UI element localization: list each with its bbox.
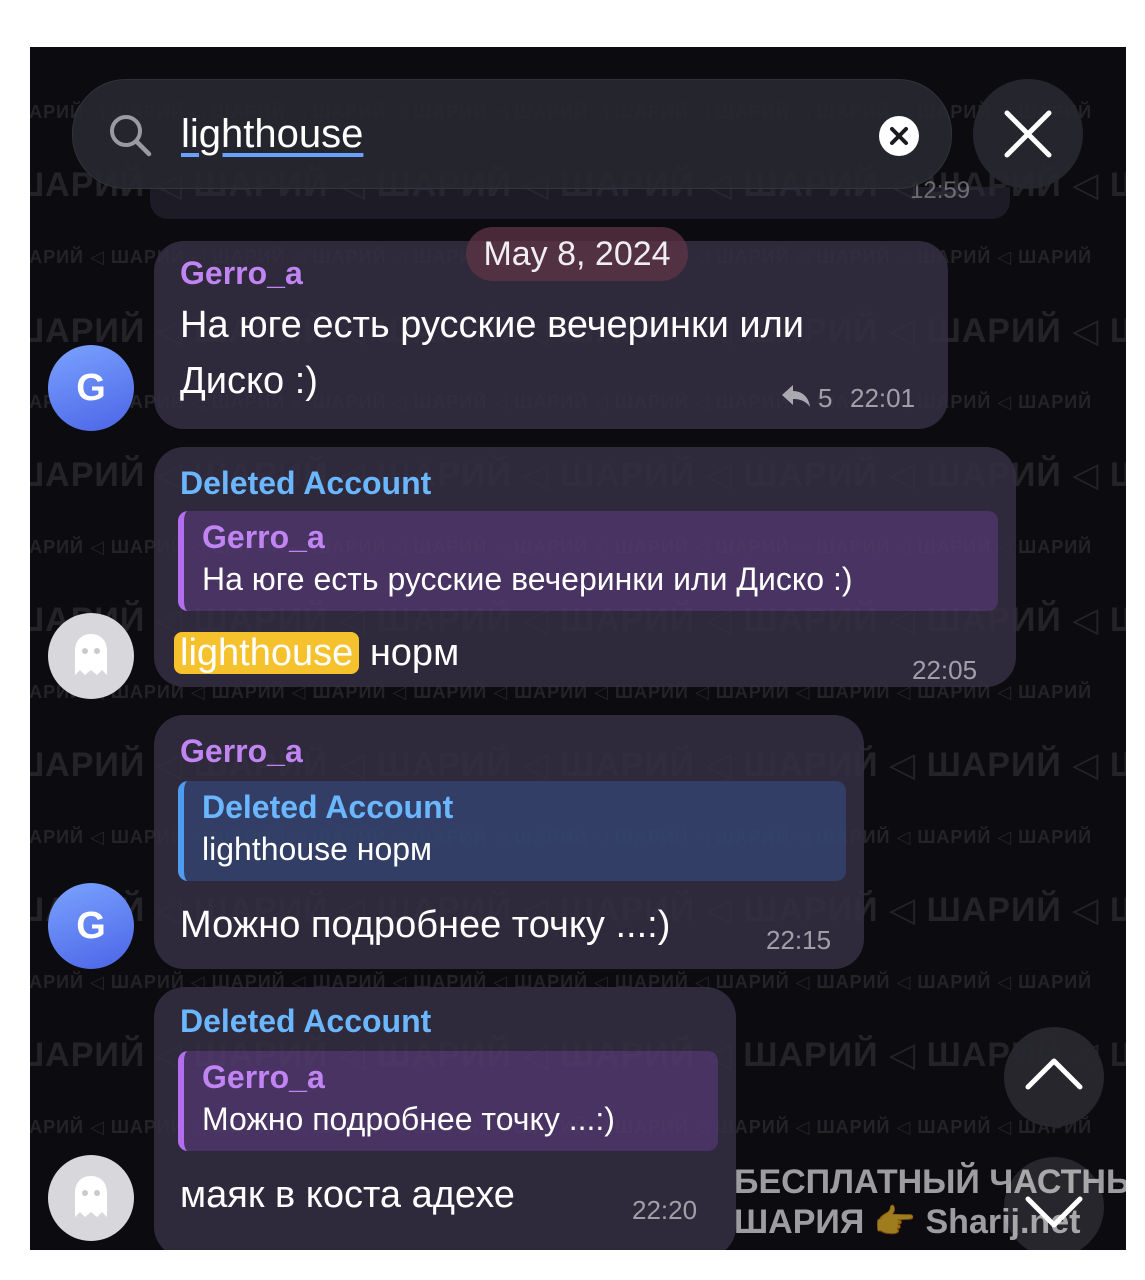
- reply-quote[interactable]: Gerro_a На юге есть русские вечеринки ил…: [178, 511, 998, 611]
- reply-sender: Gerro_a: [202, 1059, 325, 1095]
- ghost-icon: [75, 634, 107, 675]
- sender-name[interactable]: Gerro_a: [180, 255, 303, 292]
- close-search-button[interactable]: [973, 79, 1083, 189]
- chat-screen: ШАРИЙ ◁ ШАРИЙ ◁ ШАРИЙ ◁ ШАРИЙ ◁ ШАРИЙ ◁ …: [30, 47, 1126, 1250]
- message-bubble[interactable]: Deleted Account Gerro_a Можно подробнее …: [154, 987, 736, 1250]
- message-bubble[interactable]: Deleted Account Gerro_a На юге есть русс…: [154, 447, 1016, 687]
- search-bar: [72, 79, 952, 189]
- reply-quote[interactable]: Gerro_a Можно подробнее точку ...:): [178, 1051, 718, 1151]
- message-time: 22:05: [912, 655, 978, 685]
- message-bubble[interactable]: Gerro_a Deleted Account lighthouse норм …: [154, 715, 864, 969]
- chevron-up-icon: [1025, 1058, 1083, 1090]
- reply-text: Можно подробнее точку ...:): [202, 1101, 615, 1137]
- footer-watermark-line: ШАРИЯ 👉 Sharij.net: [734, 1203, 1081, 1241]
- footer-watermark-line: БЕСПЛАТНЫЙ ЧАСТНЫЙ: [734, 1163, 1145, 1201]
- avatar-initial: G: [76, 905, 106, 947]
- reply-arrow-icon: [780, 381, 812, 411]
- message-text: Можно подробнее точку ...:): [180, 904, 671, 946]
- avatar[interactable]: [48, 1155, 134, 1241]
- previous-message-fade: [150, 187, 1010, 219]
- sender-name[interactable]: Deleted Account: [180, 1003, 431, 1040]
- avatar[interactable]: G: [48, 345, 134, 431]
- avatar[interactable]: [48, 613, 134, 699]
- previous-result-button[interactable]: [1004, 1027, 1104, 1127]
- date-separator: May 8, 2024: [466, 227, 688, 281]
- reply-sender: Gerro_a: [202, 519, 325, 555]
- message-text: lighthouse норм: [174, 625, 459, 681]
- replies-count[interactable]: 5: [818, 383, 832, 414]
- reply-quote[interactable]: Deleted Account lighthouse норм: [178, 781, 846, 881]
- clear-search-button[interactable]: [879, 116, 919, 156]
- sender-name[interactable]: Deleted Account: [180, 465, 431, 502]
- message-time: 22:15: [766, 925, 832, 955]
- search-highlight: lighthouse: [174, 632, 360, 674]
- reply-text: На юге есть русские вечеринки или Диско …: [202, 561, 853, 597]
- reply-sender: Deleted Account: [202, 789, 454, 825]
- message-text: маяк в коста адехе: [180, 1174, 515, 1216]
- avatar[interactable]: G: [48, 883, 134, 969]
- message-text: На юге есть русские вечеринки или: [180, 304, 805, 346]
- sender-name[interactable]: Gerro_a: [180, 733, 303, 770]
- footer-watermark: БЕСПЛАТНЫЙ ЧАСТНЫЙ ШАРИЯ 👉 Sharij.net: [734, 1162, 1145, 1242]
- message-text-rest: норм: [369, 632, 460, 674]
- message-time: 22:01: [850, 383, 916, 413]
- clear-icon: [890, 127, 908, 145]
- message-text: Диско :): [180, 360, 318, 402]
- close-icon: [1004, 110, 1052, 158]
- reply-text: lighthouse норм: [202, 831, 433, 867]
- search-icon: [110, 115, 152, 157]
- message-time: 22:20: [632, 1195, 698, 1225]
- search-input[interactable]: [181, 104, 861, 164]
- ghost-icon: [75, 1176, 107, 1217]
- avatar-initial: G: [76, 367, 106, 409]
